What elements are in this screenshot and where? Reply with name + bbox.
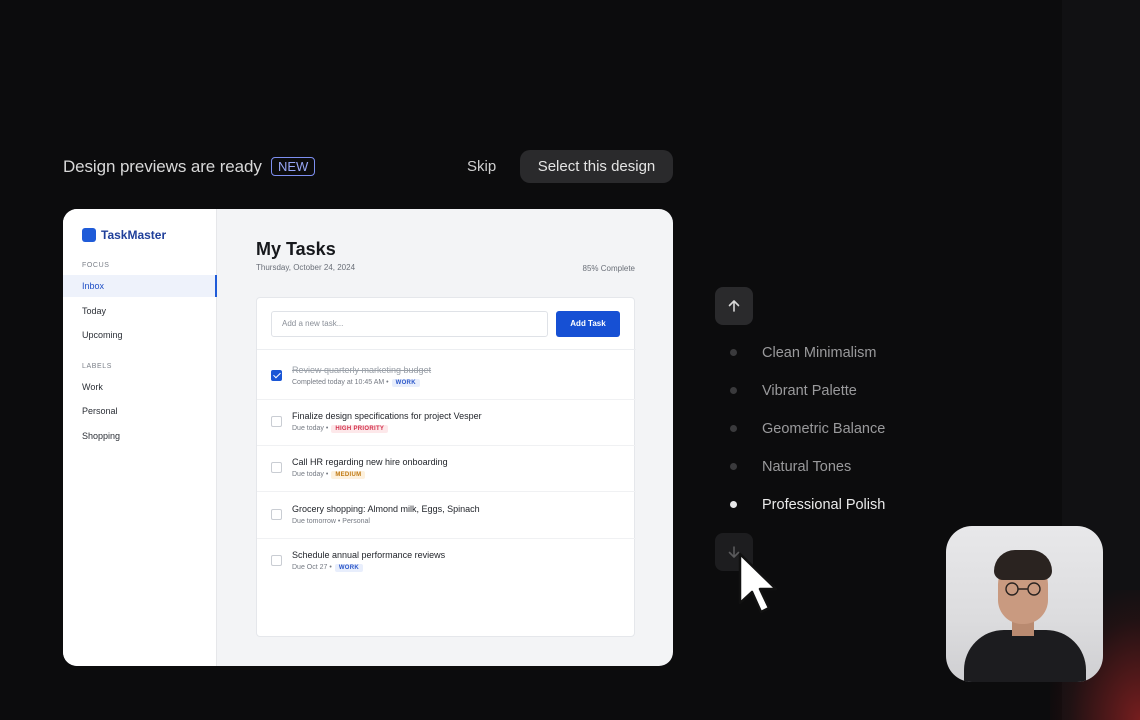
task-title: Finalize design specifications for proje… — [292, 411, 482, 421]
preview-sidebar: TaskMaster FOCUS Inbox Today Upcoming LA… — [63, 209, 217, 666]
progress-text: 85% Complete — [582, 264, 635, 273]
task-row[interactable]: Finalize design specifications for proje… — [257, 400, 636, 446]
task-tag: MEDIUM — [331, 471, 366, 479]
task-meta: Completed today at 10:45 AM • WORK — [292, 379, 420, 387]
design-preview-card: TaskMaster FOCUS Inbox Today Upcoming LA… — [63, 209, 673, 666]
preview-header: Design previews are ready NEW Skip Selec… — [63, 150, 673, 184]
design-label: Professional Polish — [762, 497, 886, 513]
task-row[interactable]: Call HR regarding new hire onboarding Du… — [257, 446, 636, 492]
select-design-button[interactable]: Select this design — [520, 150, 673, 183]
task-row[interactable]: Review quarterly marketing budget Comple… — [257, 354, 636, 400]
skip-button[interactable]: Skip — [460, 150, 503, 183]
sidebar-item-today[interactable]: Today — [63, 300, 217, 322]
page-date: Thursday, October 24, 2024 — [256, 263, 356, 272]
webcam-overlay — [946, 526, 1103, 682]
task-title: Grocery shopping: Almond milk, Eggs, Spi… — [292, 504, 480, 514]
task-title: Schedule annual performance reviews — [292, 550, 446, 560]
sidebar-item-shopping[interactable]: Shopping — [63, 425, 217, 447]
person-body — [964, 630, 1086, 682]
header-title: Design previews are ready — [63, 157, 262, 176]
brand-logo-icon — [82, 228, 96, 242]
task-checkbox[interactable] — [271, 555, 282, 566]
task-meta: Due today • MEDIUM — [292, 471, 366, 479]
sidebar-item-inbox[interactable]: Inbox — [63, 275, 217, 297]
design-dot — [730, 463, 737, 470]
task-row[interactable]: Grocery shopping: Almond milk, Eggs, Spi… — [257, 493, 636, 539]
arrow-up-icon — [728, 300, 740, 312]
task-meta: Due Oct 27 • WORK — [292, 564, 364, 572]
task-title: Call HR regarding new hire onboarding — [292, 457, 448, 467]
design-dot — [730, 387, 737, 394]
task-title: Review quarterly marketing budget — [292, 365, 432, 375]
divider — [257, 349, 636, 350]
task-checkbox[interactable] — [271, 509, 282, 520]
task-tag: WORK — [334, 564, 364, 572]
new-badge: NEW — [271, 157, 316, 176]
add-task-button[interactable]: Add Task — [556, 311, 620, 337]
task-checkbox[interactable] — [271, 462, 282, 473]
sidebar-item-work[interactable]: Work — [63, 376, 217, 398]
task-meta-text: Completed today at 10:45 AM • — [292, 379, 389, 386]
sidebar-section-labels: LABELS — [82, 363, 113, 370]
design-dot — [730, 425, 737, 432]
design-label: Natural Tones — [762, 459, 852, 475]
design-label: Vibrant Palette — [762, 383, 857, 399]
sidebar-item-personal[interactable]: Personal — [63, 400, 217, 422]
brand-name: TaskMaster — [101, 228, 167, 242]
new-task-input[interactable]: Add a new task... — [271, 311, 548, 337]
page-title: My Tasks — [256, 239, 336, 259]
sidebar-item-upcoming[interactable]: Upcoming — [63, 324, 217, 346]
design-label: Geometric Balance — [762, 421, 886, 437]
person-hair — [994, 550, 1052, 580]
task-meta-text: Due tomorrow • Personal — [292, 518, 370, 525]
glasses-icon — [1005, 582, 1041, 596]
task-tag: HIGH PRIORITY — [331, 425, 389, 433]
task-meta: Due tomorrow • Personal — [292, 518, 370, 525]
design-dot-active — [730, 501, 737, 508]
task-list-card: Add a new task... Add Task Review quarte… — [256, 297, 636, 637]
design-label: Clean Minimalism — [762, 345, 877, 361]
task-meta-text: Due today • — [292, 471, 329, 478]
task-checkbox[interactable] — [271, 416, 282, 427]
design-dot — [730, 349, 737, 356]
previous-design-button[interactable] — [715, 287, 753, 325]
task-meta-text: Due today • — [292, 425, 329, 432]
task-meta-text: Due Oct 27 • — [292, 564, 332, 571]
task-tag: WORK — [391, 379, 420, 387]
sidebar-section-focus: FOCUS — [82, 262, 110, 269]
task-row[interactable]: Schedule annual performance reviews Due … — [257, 539, 636, 585]
mouse-cursor-icon — [738, 552, 778, 614]
task-checkbox[interactable] — [271, 370, 282, 381]
task-meta: Due today • HIGH PRIORITY — [292, 425, 389, 433]
